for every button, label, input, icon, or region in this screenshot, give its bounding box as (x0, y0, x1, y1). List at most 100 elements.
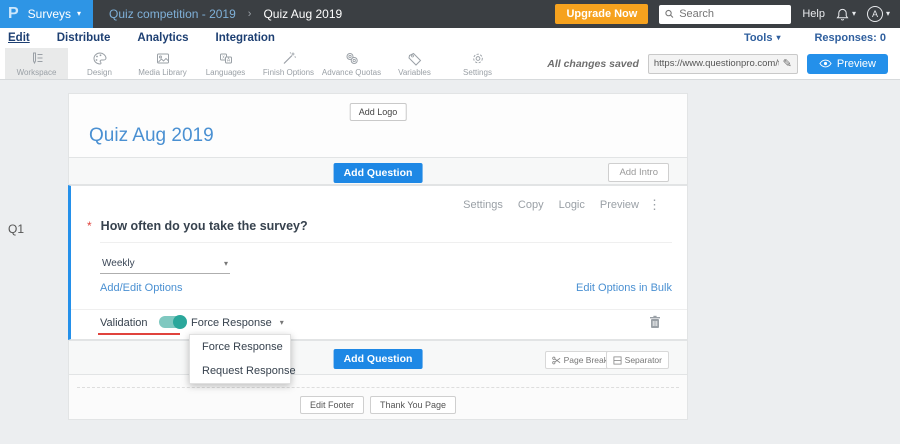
add-question-row-bottom: Add Question Page Break Separator (68, 340, 688, 375)
toggle-knob (173, 315, 187, 329)
chevron-down-icon: ▾ (776, 33, 781, 42)
add-question-button[interactable]: Add Question (333, 163, 423, 183)
validation-label: Validation (100, 317, 148, 329)
notifications-menu[interactable]: ▾ (836, 8, 856, 21)
trash-icon (650, 315, 660, 328)
breadcrumb-parent[interactable]: Quiz competition - 2019 (109, 7, 236, 21)
validation-type-select[interactable]: Force Response ▾ (191, 317, 284, 329)
survey-url-input[interactable] (653, 58, 779, 69)
separator-icon (613, 355, 622, 365)
question-text[interactable]: How often do you take the survey? (101, 219, 308, 233)
search-box[interactable] (659, 4, 792, 24)
survey-url-field[interactable]: ✎ (647, 53, 798, 74)
quota-gears-icon (346, 52, 358, 64)
autosave-status: All changes saved (547, 57, 639, 70)
question-copy-link[interactable]: Copy (518, 199, 544, 211)
validation-highlight-underline (98, 333, 180, 335)
validation-toggle[interactable] (159, 315, 187, 329)
page-break-button[interactable]: Page Break (544, 351, 615, 369)
gear-icon (472, 53, 483, 63)
add-intro-button[interactable]: Add Intro (608, 163, 669, 182)
toolbar-item-label: Variables (398, 67, 431, 77)
validation-dropdown-menu: Force Response Request Response (189, 334, 296, 384)
question-block: Settings Copy Logic Preview ⋮ * How ofte… (68, 185, 688, 384)
upgrade-now-button[interactable]: Upgrade Now (555, 4, 649, 24)
add-edit-options-link[interactable]: Add/Edit Options (100, 282, 183, 294)
preview-button[interactable]: Preview (806, 53, 888, 74)
toolbar-item-label: Media Library (138, 67, 187, 77)
footer-dashed-divider (77, 387, 679, 388)
survey-footer-section: Edit Footer Thank You Page (68, 375, 688, 420)
dropdown-item-request-response[interactable]: Request Response (190, 359, 296, 383)
chevron-down-icon: ▾ (77, 9, 82, 18)
responses-count[interactable]: Responses: 0 (814, 32, 886, 44)
toolbar-item-label: Workspace (16, 67, 57, 77)
question-text-row: * How often do you take the survey? (87, 219, 308, 233)
survey-canvas: Add Logo Quiz Aug 2019 Add Question Add … (68, 93, 688, 420)
add-logo-button[interactable]: Add Logo (349, 103, 407, 121)
search-input[interactable] (679, 8, 786, 20)
toolbar-item-label: Settings (463, 67, 492, 77)
separator-button[interactable]: Separator (605, 351, 669, 369)
answer-option-select[interactable]: Weekly ▾ (100, 253, 230, 274)
edit-url-icon[interactable]: ✎ (783, 57, 792, 70)
search-icon (665, 9, 674, 18)
question-text-divider (100, 242, 672, 243)
question-preview-link[interactable]: Preview (600, 199, 639, 211)
scissors-icon (551, 356, 560, 364)
magic-wand-icon (283, 51, 296, 64)
question-more-menu-icon[interactable]: ⋮ (648, 197, 661, 213)
surveys-menu[interactable]: P Surveys ▾ (0, 0, 94, 28)
main-nav: Edit Distribute Analytics Integration To… (0, 28, 900, 48)
nav-tab-edit[interactable]: Edit (8, 32, 30, 44)
nav-tab-distribute[interactable]: Distribute (57, 32, 111, 44)
chevron-down-icon: ▾ (885, 9, 890, 18)
toolbar-item-label: Languages (205, 67, 246, 77)
answer-option-value: Weekly (102, 258, 135, 269)
toolbar-item-settings[interactable]: Settings (446, 48, 509, 79)
question-logic-link[interactable]: Logic (559, 199, 585, 211)
nav-tab-analytics[interactable]: Analytics (137, 32, 188, 44)
account-menu[interactable]: A ▾ (866, 6, 890, 22)
breadcrumb-current: Quiz Aug 2019 (263, 7, 343, 21)
toolbar-item-media-library[interactable]: Media Library (131, 48, 194, 79)
toolbar-item-languages[interactable]: A x Languages (194, 48, 257, 79)
toolbar-item-workspace[interactable]: Workspace (5, 48, 68, 79)
workspace-icon (32, 52, 42, 64)
chevron-down-icon: ▾ (279, 318, 284, 327)
add-question-button[interactable]: Add Question (333, 349, 423, 369)
delete-question-button[interactable] (649, 315, 661, 329)
toolbar-item-label: Advance Quotas (321, 67, 382, 77)
dropdown-item-force-response[interactable]: Force Response (190, 335, 290, 359)
add-question-row-top: Add Question Add Intro (68, 158, 688, 185)
edit-footer-button[interactable]: Edit Footer (299, 396, 364, 414)
validation-type-value: Force Response (191, 317, 272, 329)
required-asterisk: * (87, 219, 92, 233)
validation-divider (71, 309, 687, 310)
tools-menu-label: Tools (743, 32, 773, 44)
survey-title[interactable]: Quiz Aug 2019 (89, 125, 214, 147)
tag-icon (407, 52, 421, 66)
survey-header-section: Add Logo Quiz Aug 2019 (68, 93, 688, 158)
translate-icon: A x (219, 53, 232, 63)
chevron-down-icon: ▾ (223, 258, 228, 268)
toolbar-item-finish-options[interactable]: Finish Options (257, 48, 320, 79)
surveys-menu-label: Surveys (27, 7, 72, 21)
top-bar: P Surveys ▾ Quiz competition - 2019 › Qu… (0, 0, 900, 28)
breadcrumb-separator-icon: › (247, 8, 252, 20)
toolbar-item-design[interactable]: Design (68, 48, 131, 79)
image-icon (156, 53, 169, 63)
toolbar-item-advance-quotas[interactable]: Advance Quotas (320, 48, 383, 79)
thank-you-page-button[interactable]: Thank You Page (369, 396, 457, 414)
question-number-label: Q1 (8, 222, 25, 236)
toolbar-item-variables[interactable]: Variables (383, 48, 446, 79)
edit-options-in-bulk-link[interactable]: Edit Options in Bulk (576, 282, 672, 294)
questionpro-logo-icon: P (8, 5, 19, 22)
question-settings-link[interactable]: Settings (463, 199, 503, 211)
nav-tab-integration[interactable]: Integration (216, 32, 275, 44)
toolbar-item-label: Design (87, 67, 112, 77)
eye-icon (819, 59, 832, 68)
avatar: A (866, 6, 883, 22)
tools-menu[interactable]: Tools ▾ (744, 32, 781, 44)
help-link[interactable]: Help (802, 8, 825, 20)
